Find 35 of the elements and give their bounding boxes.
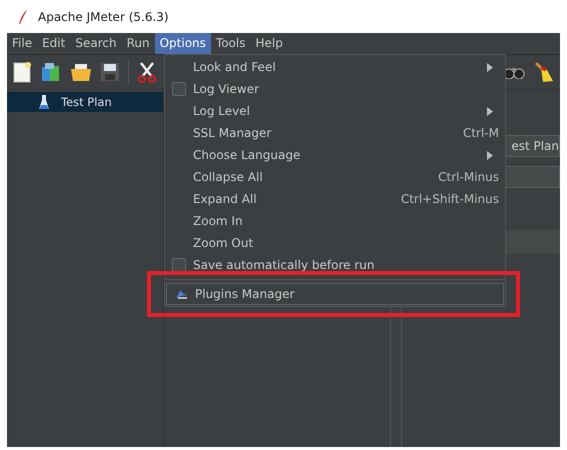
menu-item[interactable]: Run xyxy=(122,33,155,54)
menu-item[interactable]: Look and Feel xyxy=(165,56,505,78)
menu-item[interactable]: Edit xyxy=(37,33,70,54)
menu-item[interactable]: Zoom Out xyxy=(165,232,505,254)
menu-item[interactable]: Zoom In xyxy=(165,210,505,232)
menu-item[interactable]: Log Viewer xyxy=(165,78,505,100)
checkbox[interactable] xyxy=(172,258,186,272)
menu-item[interactable]: Options xyxy=(154,33,211,54)
submenu-arrow-icon xyxy=(487,62,493,72)
books-icon[interactable] xyxy=(40,61,62,83)
menu-item[interactable]: Save automatically before run xyxy=(165,254,505,276)
submenu-arrow-icon xyxy=(487,150,493,160)
submenu-arrow-icon xyxy=(487,106,493,116)
menu-item[interactable]: Plugins Manager xyxy=(166,283,504,305)
menu-item[interactable]: Log Level xyxy=(165,100,505,122)
feather-icon xyxy=(18,8,28,24)
menu-item[interactable]: File xyxy=(7,33,38,54)
menu-item[interactable]: SSL Manager Ctrl-M xyxy=(165,122,505,144)
menu-item[interactable]: Search xyxy=(70,33,122,54)
scissors-icon[interactable] xyxy=(137,61,157,83)
menu-item[interactable]: Tools xyxy=(210,33,250,54)
window-title: Apache JMeter (5.6.3) xyxy=(38,10,169,24)
checkbox[interactable] xyxy=(172,82,186,96)
new-document-icon[interactable] xyxy=(12,61,32,83)
flask-icon xyxy=(39,94,49,110)
menu-item[interactable]: Choose Language xyxy=(165,144,505,166)
save-icon[interactable] xyxy=(100,62,120,82)
folder-icon[interactable] xyxy=(70,62,92,82)
tree-item[interactable]: Test Plan xyxy=(7,92,163,112)
binoculars-icon[interactable] xyxy=(503,65,525,79)
menu-item[interactable]: Help xyxy=(250,33,288,54)
plugin-icon xyxy=(174,289,188,299)
menu-item[interactable]: Expand All Ctrl+Shift-Minus xyxy=(165,188,505,210)
menu-item[interactable]: Collapse All Ctrl-Minus xyxy=(165,166,505,188)
broom-icon[interactable] xyxy=(533,61,555,83)
